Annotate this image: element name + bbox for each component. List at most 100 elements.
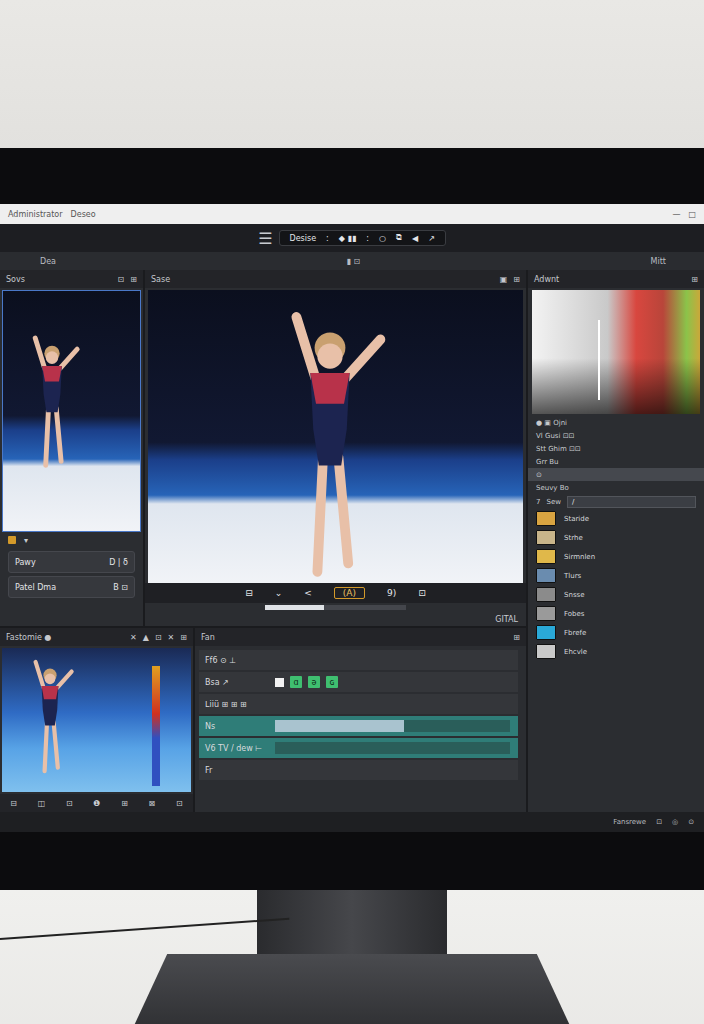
- timeline-track[interactable]: Fr: [199, 760, 518, 780]
- panel-icon[interactable]: ▣: [500, 275, 508, 284]
- effect-row[interactable]: Staride: [528, 509, 704, 528]
- effect-thumbnail: [536, 644, 556, 659]
- source-control[interactable]: Patel DmaB ⊡: [8, 576, 135, 598]
- tool-button[interactable]: ✕: [130, 633, 137, 642]
- tool-button[interactable]: ⊡: [155, 633, 162, 642]
- transport-button[interactable]: ⌄: [275, 588, 283, 598]
- track-label: Ns: [199, 722, 275, 731]
- gymnast-figure: [17, 331, 87, 471]
- timeline-panel: Fan⊞Ff6 ⊙ ⊥Bsa ↗ɑǝɢᒪiiü ⊞ ⊞ ⊞NsV6 TV / d…: [195, 628, 528, 812]
- toolbar-button[interactable]: :: [366, 234, 369, 243]
- wall: [0, 0, 704, 148]
- timeline-track[interactable]: Ff6 ⊙ ⊥: [199, 650, 518, 670]
- window-control[interactable]: —: [672, 210, 680, 219]
- menu-icon[interactable]: ☰: [258, 229, 272, 248]
- status-item[interactable]: ⊙: [688, 818, 694, 826]
- effect-row[interactable]: Fobes: [528, 604, 704, 623]
- workspace-label[interactable]: Desise: [290, 234, 317, 243]
- tool-button[interactable]: ⊞: [180, 633, 187, 642]
- transport-button[interactable]: ⊡: [418, 588, 426, 598]
- panel-icon[interactable]: ⊞: [691, 275, 698, 284]
- color-picker[interactable]: [532, 290, 700, 414]
- picker-cursor[interactable]: [598, 320, 600, 400]
- clip-bar[interactable]: [275, 720, 510, 732]
- source-panel: Sovs⊡⊞▾PawyD | δPatel DmaB ⊡: [0, 270, 145, 626]
- dropdown-icon[interactable]: ▾: [24, 536, 28, 545]
- beam-post: [152, 666, 160, 786]
- property-row[interactable]: ⊙: [528, 468, 704, 481]
- effect-label: Sirmnlen: [564, 553, 595, 561]
- field-index: 7: [536, 498, 540, 506]
- control-value: D | δ: [109, 558, 128, 567]
- timeline-clip[interactable]: ɢ: [326, 676, 338, 688]
- property-row[interactable]: Stt Ghim ⊡⊡: [528, 442, 704, 455]
- panel-header: Sovs⊡⊞: [0, 270, 143, 288]
- effect-thumbnail: [536, 530, 556, 545]
- transport-button[interactable]: (A): [334, 587, 365, 599]
- field-name: Sew: [546, 498, 560, 506]
- property-row[interactable]: Vl Gusi ⊡⊡: [528, 429, 704, 442]
- effect-row[interactable]: Sirmnlen: [528, 547, 704, 566]
- panel-icon[interactable]: ⊞: [130, 275, 137, 284]
- timeline-clip[interactable]: ǝ: [308, 676, 320, 688]
- sub-bar-center[interactable]: ▮ ⊡: [346, 257, 360, 266]
- toolbar-group: Desise: ◆ ▮▮: ○ ⧉ ◀ ↗: [279, 230, 446, 246]
- source-video-frame: [2, 290, 141, 532]
- property-row[interactable]: Grr Bu: [528, 455, 704, 468]
- timeline-track[interactable]: V6 TV / dew ⊢: [199, 738, 518, 758]
- footer-icon[interactable]: ◫: [38, 799, 46, 808]
- footer-icon[interactable]: ❶: [93, 799, 100, 808]
- effect-thumbnail: [536, 549, 556, 564]
- transport-button[interactable]: 9): [387, 588, 396, 598]
- track-lane: ɑǝɢ: [275, 676, 518, 688]
- panel-icon[interactable]: ⊞: [513, 275, 520, 284]
- header-icons: ⊡⊞: [118, 275, 137, 284]
- tool-button[interactable]: ▲: [143, 633, 149, 642]
- clip-marker[interactable]: [275, 678, 284, 687]
- toolbar-button[interactable]: ⧉: [396, 233, 402, 243]
- effect-row[interactable]: Tlurs: [528, 566, 704, 585]
- effect-row[interactable]: Fbrefe: [528, 623, 704, 642]
- property-label: ⊙: [536, 471, 542, 479]
- footer-icon[interactable]: ⊞: [121, 799, 128, 808]
- toolbar-button[interactable]: ◀: [412, 234, 418, 243]
- panel-icon[interactable]: ⊞: [513, 633, 520, 642]
- toolbar-button[interactable]: ○: [379, 234, 386, 243]
- footer-icon[interactable]: ⊡: [176, 799, 183, 808]
- transport-button[interactable]: ⊟: [245, 588, 253, 598]
- timeline-track[interactable]: ᒪiiü ⊞ ⊞ ⊞: [199, 694, 518, 714]
- footer-icon[interactable]: ⊟: [10, 799, 17, 808]
- toolbar-button[interactable]: ◆ ▮▮: [339, 234, 357, 243]
- control-label: Pawy: [15, 558, 36, 567]
- marker-icon[interactable]: [8, 536, 16, 544]
- effect-row[interactable]: Snsse: [528, 585, 704, 604]
- footer-icon[interactable]: ⊠: [149, 799, 156, 808]
- timeline-track[interactable]: Bsa ↗ɑǝɢ: [199, 672, 518, 692]
- timeline-clip[interactable]: ɑ: [290, 676, 302, 688]
- sub-bar-left: Dea: [40, 257, 56, 266]
- scrub-track[interactable]: [265, 605, 406, 610]
- timeline-track[interactable]: Ns: [199, 716, 518, 736]
- track-lane: [275, 742, 518, 754]
- gymnast-figure: [20, 656, 80, 776]
- track-label: Ff6 ⊙ ⊥: [199, 656, 275, 665]
- property-row[interactable]: Seuvy Bo: [528, 481, 704, 494]
- scrub-fill: [265, 605, 324, 610]
- window-control[interactable]: □: [688, 210, 696, 219]
- status-item[interactable]: ◎: [672, 818, 678, 826]
- footer-icon[interactable]: ⊡: [66, 799, 73, 808]
- toolbar-button[interactable]: ↗: [428, 234, 435, 243]
- field-input[interactable]: /: [567, 496, 696, 508]
- source-control[interactable]: Pawy D | δ: [8, 551, 135, 573]
- status-item[interactable]: ⊡: [656, 818, 662, 826]
- panel-icon[interactable]: ⊡: [118, 275, 125, 284]
- program-video-frame: [148, 290, 523, 583]
- transport-button[interactable]: <: [304, 588, 312, 598]
- effect-row[interactable]: Strhe: [528, 528, 704, 547]
- clip-bar[interactable]: [275, 742, 510, 754]
- toolbar-button[interactable]: :: [326, 234, 329, 243]
- source-icon-row: ▾: [0, 532, 143, 548]
- property-row[interactable]: ● ▣ Ojni: [528, 416, 704, 429]
- tool-button[interactable]: ✕: [168, 633, 175, 642]
- effect-row[interactable]: Ehcvle: [528, 642, 704, 661]
